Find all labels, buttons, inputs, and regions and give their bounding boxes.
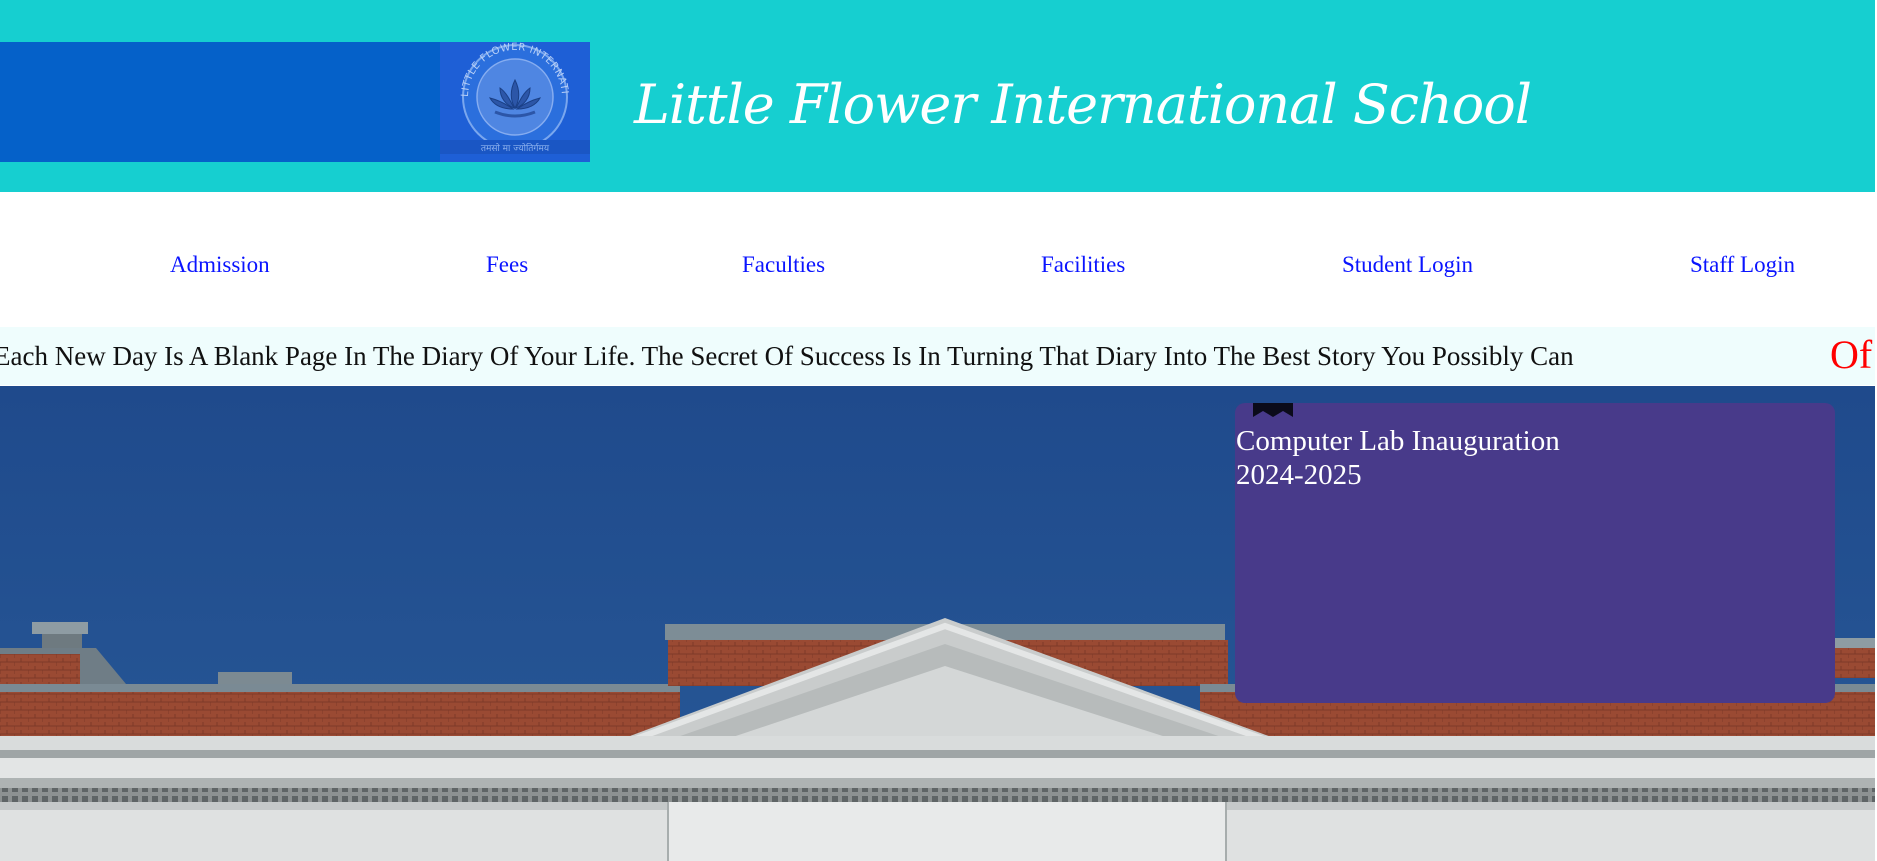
bookmark-icon: [1253, 403, 1293, 417]
nav-fees-link[interactable]: Fees: [486, 252, 528, 278]
news-card[interactable]: Computer Lab Inauguration 2024-2025: [1235, 403, 1835, 703]
nav-facilities-link[interactable]: Facilities: [1041, 252, 1125, 278]
header-blue-band: [0, 42, 440, 162]
news-year: 2024-2025: [1236, 459, 1362, 491]
nav-admission-link[interactable]: Admission: [170, 252, 270, 278]
nav-student-login-link[interactable]: Student Login: [1342, 252, 1473, 278]
main-nav: Admission Fees Faculties Facilities Stud…: [0, 192, 1877, 327]
marquee-next-text: Of: [1830, 332, 1873, 377]
school-emblem-logo: LITTLE FLOWER INTERNATIONAL SCHOOL तमसो …: [440, 42, 590, 162]
page: LITTLE FLOWER INTERNATIONAL SCHOOL तमसो …: [0, 0, 1877, 861]
school-title: Little Flower International School: [634, 73, 1532, 136]
nav-staff-login-link[interactable]: Staff Login: [1690, 252, 1795, 278]
marquee-quote-text: Each New Day Is A Blank Page In The Diar…: [0, 341, 1574, 371]
school-logo[interactable]: LITTLE FLOWER INTERNATIONAL SCHOOL तमसो …: [440, 42, 590, 162]
news-title: Computer Lab Inauguration: [1236, 425, 1560, 457]
quote-marquee: Each New Day Is A Blank Page In The Diar…: [0, 327, 1875, 385]
site-header: LITTLE FLOWER INTERNATIONAL SCHOOL तमसो …: [0, 0, 1875, 192]
logo-motto: तमसो मा ज्योतिर्गमय: [481, 142, 550, 154]
nav-faculties-link[interactable]: Faculties: [742, 252, 825, 278]
